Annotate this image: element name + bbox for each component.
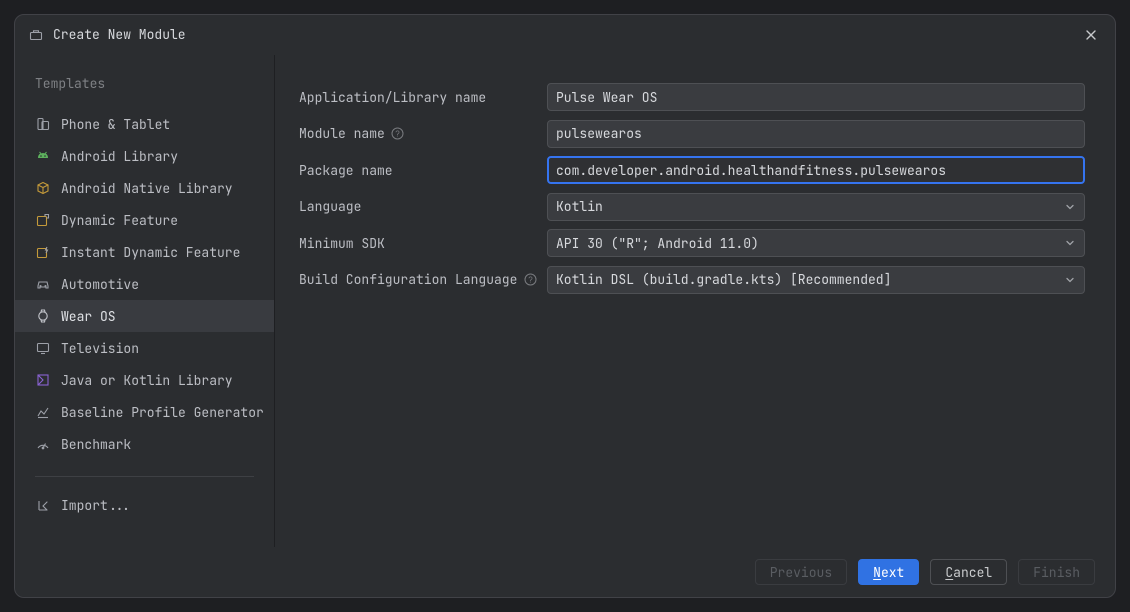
template-wear-os[interactable]: Wear OS — [15, 300, 274, 332]
television-icon — [35, 340, 51, 356]
help-icon[interactable]: ? — [523, 273, 537, 287]
template-benchmark[interactable]: Benchmark — [15, 428, 274, 460]
import-label: Import... — [61, 497, 131, 514]
native-lib-icon — [35, 180, 51, 196]
template-automotive[interactable]: Automotive — [15, 268, 274, 300]
template-label: Benchmark — [61, 436, 131, 453]
template-label: Instant Dynamic Feature — [61, 244, 240, 261]
import-icon — [35, 497, 51, 513]
benchmark-icon — [35, 436, 51, 452]
close-icon — [1085, 29, 1097, 41]
package-name-input[interactable] — [547, 156, 1085, 184]
next-button[interactable]: Next — [858, 559, 919, 585]
template-label: Television — [61, 340, 139, 357]
template-baseline-profile[interactable]: Baseline Profile Generator — [15, 396, 274, 428]
template-android-library[interactable]: Android Library — [15, 140, 274, 172]
min-sdk-label: Minimum SDK — [299, 235, 547, 252]
module-name-label: Module name ? — [299, 125, 547, 142]
dialog-title: Create New Module — [53, 26, 186, 43]
build-lang-label: Build Configuration Language ? — [299, 271, 547, 288]
import-module[interactable]: Import... — [15, 489, 274, 521]
svg-text:?: ? — [528, 276, 533, 285]
language-select[interactable]: Kotlin — [547, 193, 1085, 221]
template-phone-tablet[interactable]: Phone & Tablet — [15, 108, 274, 140]
wear-os-icon — [35, 308, 51, 324]
template-label: Wear OS — [61, 308, 116, 325]
template-television[interactable]: Television — [15, 332, 274, 364]
template-dynamic-feature[interactable]: Dynamic Feature — [15, 204, 274, 236]
chevron-down-icon — [1062, 272, 1078, 288]
template-label: Android Library — [61, 148, 178, 165]
create-module-dialog: Create New Module Templates Phone & Tabl… — [14, 14, 1116, 598]
templates-sidebar: Templates Phone & Tablet Android Library… — [15, 55, 275, 547]
cancel-button[interactable]: Cancel — [930, 559, 1007, 585]
sidebar-header: Templates — [15, 75, 274, 108]
template-label: Automotive — [61, 276, 139, 293]
template-label: Java or Kotlin Library — [61, 372, 233, 389]
instant-feature-icon — [35, 244, 51, 260]
module-name-input[interactable] — [547, 120, 1085, 148]
module-icon — [29, 28, 43, 42]
java-kotlin-lib-icon — [35, 372, 51, 388]
baseline-profile-icon — [35, 404, 51, 420]
template-instant-dynamic-feature[interactable]: Instant Dynamic Feature — [15, 236, 274, 268]
template-label: Android Native Library — [61, 180, 233, 197]
sidebar-divider — [35, 476, 254, 477]
android-lib-icon — [35, 148, 51, 164]
dialog-footer: Previous Next Cancel Finish — [15, 547, 1115, 597]
build-lang-select[interactable]: Kotlin DSL (build.gradle.kts) [Recommend… — [547, 266, 1085, 294]
svg-text:?: ? — [396, 130, 401, 139]
app-name-label: Application/Library name — [299, 89, 547, 106]
close-button[interactable] — [1081, 25, 1101, 45]
app-name-input[interactable] — [547, 83, 1085, 111]
chevron-down-icon — [1062, 199, 1078, 215]
finish-button: Finish — [1018, 559, 1095, 585]
package-name-label: Package name — [299, 162, 547, 179]
template-label: Dynamic Feature — [61, 212, 178, 229]
language-label: Language — [299, 198, 547, 215]
titlebar: Create New Module — [15, 15, 1115, 55]
template-label: Phone & Tablet — [61, 116, 170, 133]
template-label: Baseline Profile Generator — [61, 404, 264, 421]
dialog-body: Templates Phone & Tablet Android Library… — [15, 55, 1115, 547]
previous-button: Previous — [755, 559, 847, 585]
template-java-kotlin-library[interactable]: Java or Kotlin Library — [15, 364, 274, 396]
template-android-native-library[interactable]: Android Native Library — [15, 172, 274, 204]
phone-tablet-icon — [35, 116, 51, 132]
form-area: Application/Library name Module name ? P… — [275, 55, 1115, 547]
help-icon[interactable]: ? — [391, 127, 405, 141]
chevron-down-icon — [1062, 235, 1078, 251]
automotive-icon — [35, 276, 51, 292]
dynamic-feature-icon — [35, 212, 51, 228]
min-sdk-select[interactable]: API 30 ("R"; Android 11.0) — [547, 229, 1085, 257]
